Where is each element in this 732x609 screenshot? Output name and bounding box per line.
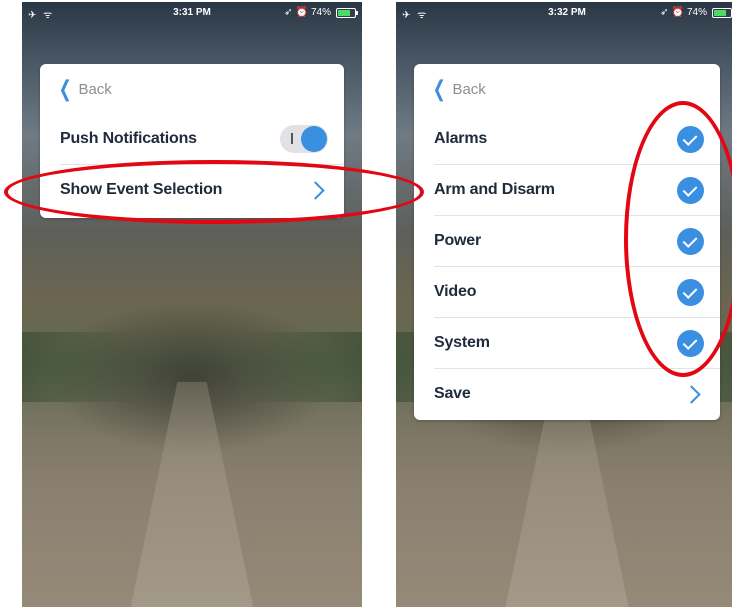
status-bar: ✈ ᯤ 3:32 PM ➶ ⏰ 74% (396, 2, 732, 22)
back-button[interactable]: ❮ Back (40, 64, 344, 114)
chevron-right-icon (682, 384, 701, 404)
battery-percent: 74% (686, 7, 707, 18)
toggle-knob (301, 126, 327, 152)
location-arrow-icon: ➶ (660, 7, 669, 18)
status-right-icons: ➶ ⏰ 74% (660, 7, 732, 18)
event-selection-card: ❮ Back Alarms Arm and Disarm Power Video… (414, 64, 720, 420)
event-label: Arm and Disarm (434, 181, 555, 198)
battery-icon (336, 7, 358, 18)
event-label: Power (434, 232, 482, 249)
left-phone-screenshot: ✈ ᯤ 3:31 PM ➶ ⏰ 74% ❮ Back Push Notifica… (22, 2, 362, 607)
back-label: Back (78, 80, 112, 98)
push-notifications-label: Push Notifications (60, 130, 197, 147)
event-row-power[interactable]: Power (434, 215, 720, 266)
battery-percent: 74% (310, 7, 331, 18)
event-row-arm-and-disarm[interactable]: Arm and Disarm (434, 164, 720, 215)
event-row-video[interactable]: Video (434, 266, 720, 317)
checkmark-icon[interactable] (677, 329, 704, 357)
chevron-left-icon: ❮ (58, 76, 72, 101)
event-row-alarms[interactable]: Alarms (434, 114, 720, 164)
checkmark-icon[interactable] (677, 176, 704, 204)
push-notifications-toggle[interactable] (280, 125, 328, 153)
settings-card: ❮ Back Push Notifications Show Event Sel… (40, 64, 344, 218)
event-label: Video (434, 283, 477, 300)
event-row-system[interactable]: System (434, 317, 720, 368)
show-event-selection-label: Show Event Selection (60, 181, 223, 198)
save-row[interactable]: Save (434, 368, 720, 419)
checkmark-icon[interactable] (677, 227, 704, 255)
checkmark-icon[interactable] (677, 278, 704, 306)
alarm-icon: ⏰ (295, 7, 308, 18)
push-notifications-row: Push Notifications (60, 114, 344, 164)
battery-icon (712, 7, 732, 18)
chevron-right-icon (306, 180, 325, 200)
location-arrow-icon: ➶ (284, 7, 293, 18)
status-right-icons: ➶ ⏰ 74% (284, 7, 358, 18)
toggle-on-mark (291, 133, 293, 144)
save-label: Save (434, 385, 471, 402)
back-label: Back (452, 80, 486, 98)
back-button[interactable]: ❮ Back (414, 64, 720, 114)
event-label: Alarms (434, 130, 488, 147)
event-label: System (434, 334, 490, 351)
checkmark-icon[interactable] (677, 125, 704, 153)
alarm-icon: ⏰ (671, 7, 684, 18)
chevron-left-icon: ❮ (432, 76, 446, 101)
status-bar: ✈ ᯤ 3:31 PM ➶ ⏰ 74% (22, 2, 362, 22)
show-event-selection-row[interactable]: Show Event Selection (60, 164, 344, 215)
right-phone-screenshot: ✈ ᯤ 3:32 PM ➶ ⏰ 74% ❮ Back Alarms Arm an… (396, 2, 732, 607)
